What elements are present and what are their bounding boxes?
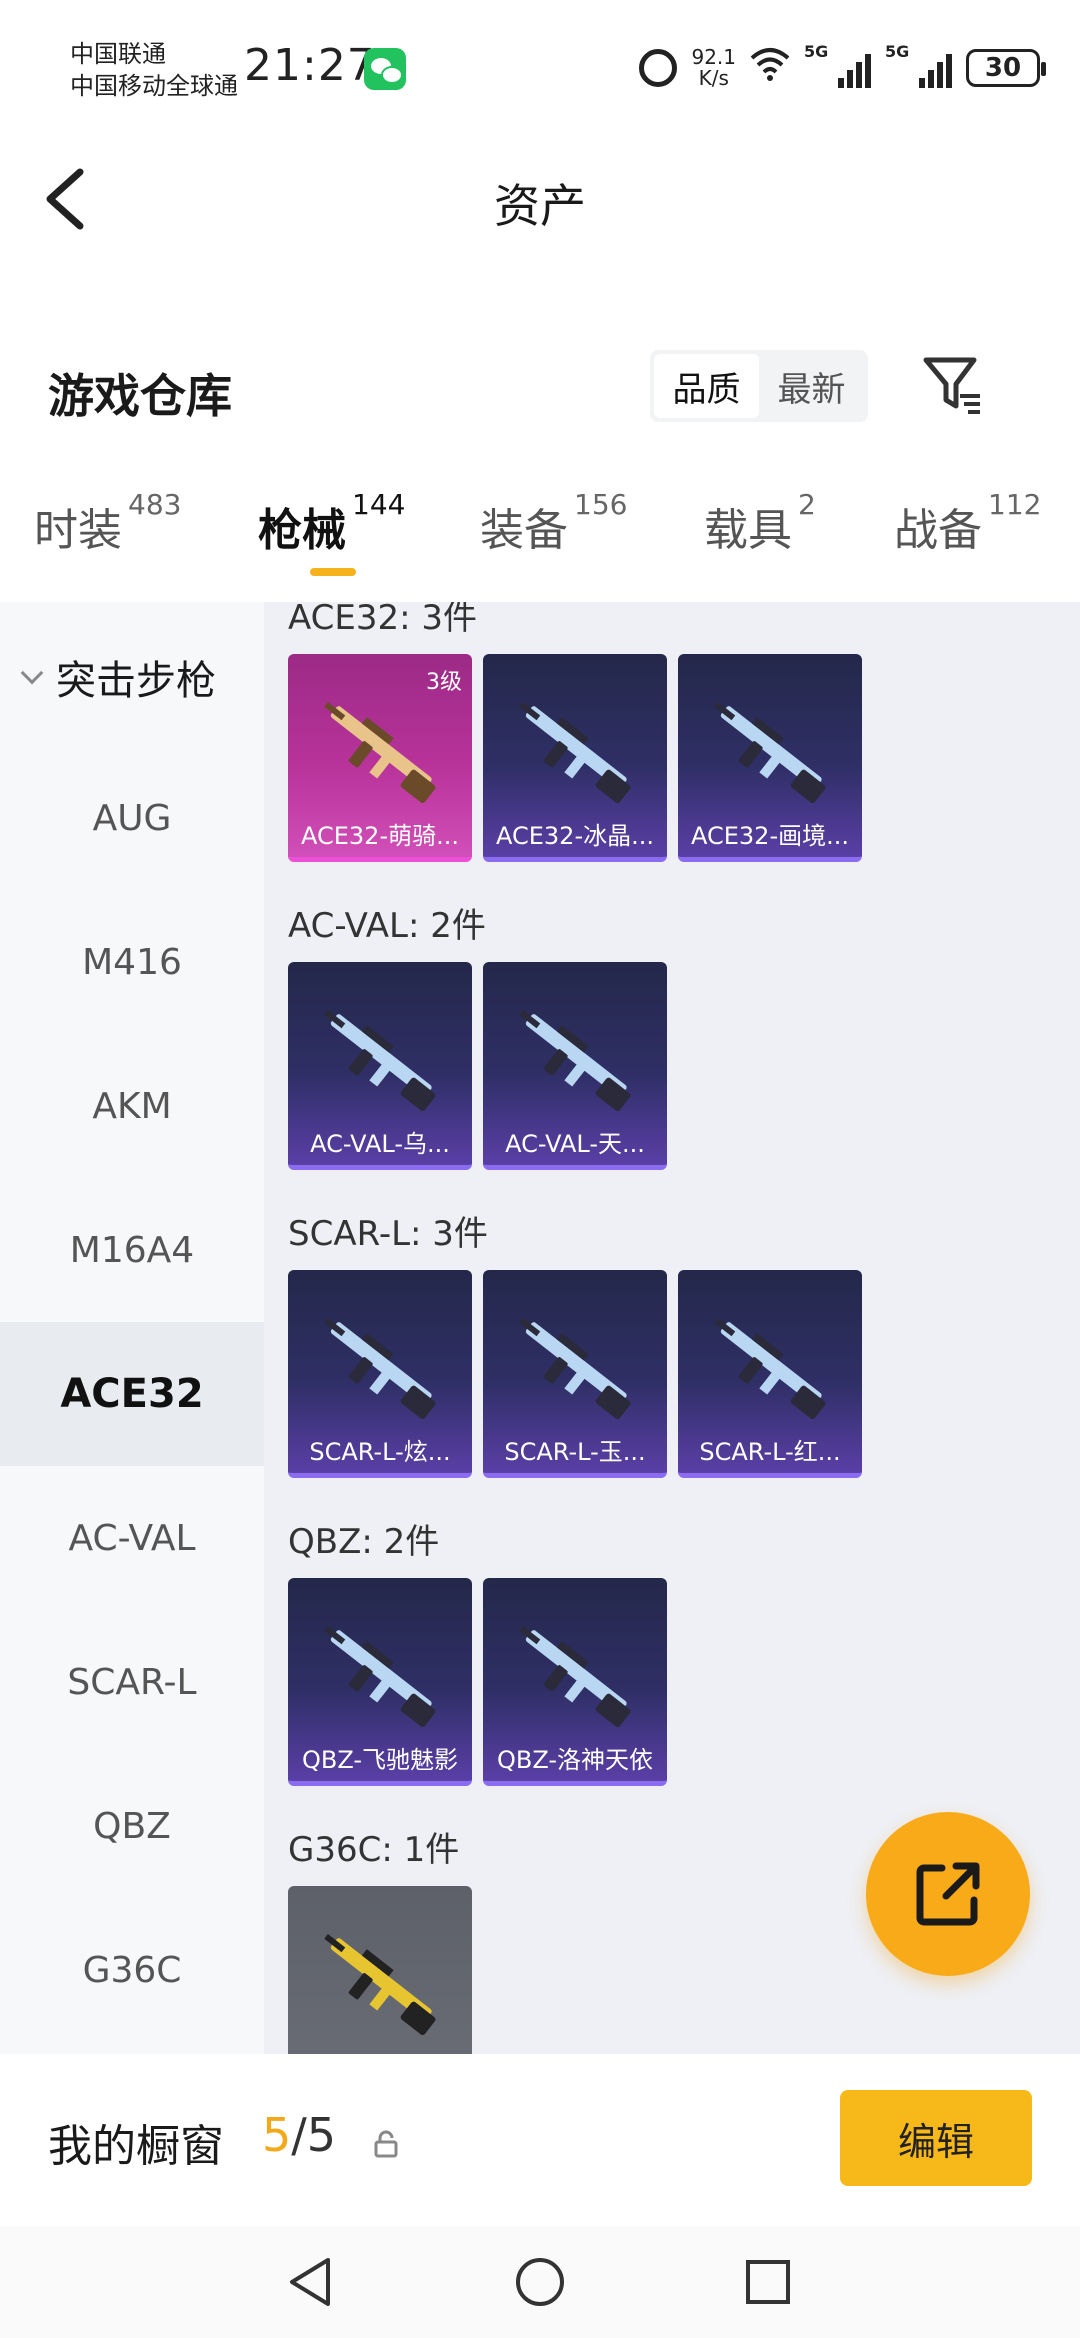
- battery-indicator: 30: [966, 49, 1046, 87]
- weapon-name: SCAR-L-红...: [699, 1438, 841, 1466]
- tab-guns[interactable]: 枪械144: [258, 488, 405, 558]
- weapon-image: [324, 1009, 436, 1112]
- weapon-image: [519, 1009, 631, 1112]
- weapon-card[interactable]: QBZ-洛神天依: [483, 1578, 667, 1786]
- weapon-image: [324, 1317, 436, 1420]
- weapon-image: [324, 1625, 436, 1728]
- showcase-count: 5/5: [262, 2108, 337, 2162]
- sort-toggle: 品质 最新: [650, 350, 868, 422]
- carrier-info: 中国联通 中国移动全球通: [70, 38, 238, 102]
- clock: 21:27: [244, 40, 376, 91]
- weapon-card[interactable]: SCAR-L-炫...: [288, 1270, 472, 1478]
- sidebar-item-g36c[interactable]: G36C: [0, 1898, 264, 2042]
- weapon-name: QBZ-飞驰魅影: [301, 1746, 459, 1774]
- weapon-image: [324, 1933, 436, 2036]
- nav-back-icon[interactable]: [284, 2254, 340, 2310]
- carrier-2: 中国移动全球通: [70, 72, 238, 100]
- group-title: ACE32: 3件: [288, 602, 478, 638]
- weapon-image: [519, 1317, 631, 1420]
- weapon-image: [324, 701, 436, 804]
- weapon-name: QBZ-洛神天依: [496, 1746, 654, 1774]
- group-title: QBZ: 2件: [288, 1522, 440, 1562]
- page-title: 资产: [494, 179, 586, 233]
- sidebar-item-akm[interactable]: AKM: [0, 1034, 264, 1178]
- sort-quality-option[interactable]: 品质: [654, 354, 759, 418]
- carrier-1: 中国联通: [70, 40, 166, 68]
- net-speed: 92.1 K/s: [691, 45, 736, 90]
- section-title: 游戏仓库: [48, 369, 232, 423]
- weapon-name: ACE32-萌骑...: [300, 822, 459, 850]
- tab-vehicles[interactable]: 载具2: [704, 488, 816, 558]
- weapon-card[interactable]: 3级 ACE32-萌骑...: [288, 654, 472, 862]
- signal-1-icon: 5G: [804, 42, 871, 88]
- weapon-card[interactable]: QBZ-飞驰魅影: [288, 1578, 472, 1786]
- status-icons: 92.1 K/s 5G 5G 30: [639, 42, 1046, 92]
- tab-fashion[interactable]: 时装483: [34, 488, 181, 558]
- nav-home-icon[interactable]: [512, 2254, 568, 2310]
- system-nav-bar: [0, 2226, 1080, 2338]
- active-tab-indicator: [310, 568, 356, 576]
- weapon-card[interactable]: AC-VAL-天...: [483, 962, 667, 1170]
- sidebar-item-m16a4[interactable]: M16A4: [0, 1178, 264, 1322]
- alarm-icon: [639, 49, 678, 87]
- weapon-card[interactable]: SCAR-L-红...: [678, 1270, 862, 1478]
- chevron-down-icon: [20, 661, 44, 685]
- weapon-name: SCAR-L-玉...: [504, 1438, 646, 1466]
- warehouse-header: 游戏仓库 品质 最新: [0, 330, 1080, 450]
- sidebar-item-aug[interactable]: AUG: [0, 746, 264, 890]
- weapon-card[interactable]: ACE32-画境...: [678, 654, 862, 862]
- filter-button[interactable]: [920, 354, 984, 418]
- signal-2-icon: 5G: [885, 42, 952, 88]
- sidebar-item-qbz[interactable]: QBZ: [0, 1754, 264, 1898]
- sidebar-item-m416[interactable]: M416: [0, 890, 264, 1034]
- sidebar-category[interactable]: 突击步枪: [18, 648, 216, 706]
- sidebar-item-ace32[interactable]: ACE32: [0, 1322, 264, 1466]
- weapon-image: [519, 701, 631, 804]
- weapon-name: ACE32-画境...: [690, 822, 849, 850]
- weapon-card[interactable]: AC-VAL-乌...: [288, 962, 472, 1170]
- weapon-name: AC-VAL-天...: [505, 1130, 645, 1158]
- weapon-image: [714, 1317, 826, 1420]
- tab-equipment[interactable]: 装备156: [480, 488, 627, 558]
- level-badge: 3级: [426, 670, 462, 695]
- group-title: SCAR-L: 3件: [288, 1214, 488, 1254]
- share-button[interactable]: [866, 1812, 1030, 1976]
- share-icon: [916, 1862, 980, 1926]
- showcase-bar: 我的橱窗 5/5 编辑: [0, 2054, 1080, 2226]
- sort-newest-option[interactable]: 最新: [759, 354, 864, 418]
- weapon-name: SCAR-L-炫...: [309, 1438, 451, 1466]
- category-tabs: 时装483 枪械144 装备156 载具2 战备112: [0, 460, 1080, 602]
- weapon-card[interactable]: SCAR-L-玉...: [483, 1270, 667, 1478]
- weapon-card[interactable]: [288, 1886, 472, 2054]
- weapon-name: AC-VAL-乌...: [310, 1130, 450, 1158]
- group-title: AC-VAL: 2件: [288, 906, 486, 946]
- weapon-card[interactable]: ACE32-冰晶...: [483, 654, 667, 862]
- wechat-icon: [364, 48, 406, 90]
- nav-recents-icon[interactable]: [740, 2254, 796, 2310]
- lock-icon: [374, 2130, 398, 2158]
- sidebar-item-ac-val[interactable]: AC-VAL: [0, 1466, 264, 1610]
- wifi-icon: [750, 46, 790, 91]
- group-title: G36C: 1件: [288, 1830, 460, 1870]
- edit-button[interactable]: 编辑: [840, 2090, 1032, 2186]
- filter-icon: [923, 357, 980, 414]
- weapon-name: ACE32-冰晶...: [495, 822, 654, 850]
- showcase-label: 我的橱窗: [48, 2121, 224, 2172]
- status-bar: 中国联通 中国移动全球通 21:27 92.1 K/s 5G 5G 30: [0, 0, 1080, 130]
- nav-bar: 资产: [0, 140, 1080, 260]
- weapon-image: [519, 1625, 631, 1728]
- sidebar-item-scar-l[interactable]: SCAR-L: [0, 1610, 264, 1754]
- screen: 中国联通 中国移动全球通 21:27 92.1 K/s 5G 5G 30 资产 …: [0, 0, 1080, 2338]
- tab-supplies[interactable]: 战备112: [894, 488, 1041, 558]
- weapon-image: [714, 701, 826, 804]
- weapon-sidebar: 突击步枪 AUG M416 AKM M16A4 ACE32 AC-VAL SCA…: [0, 602, 264, 2054]
